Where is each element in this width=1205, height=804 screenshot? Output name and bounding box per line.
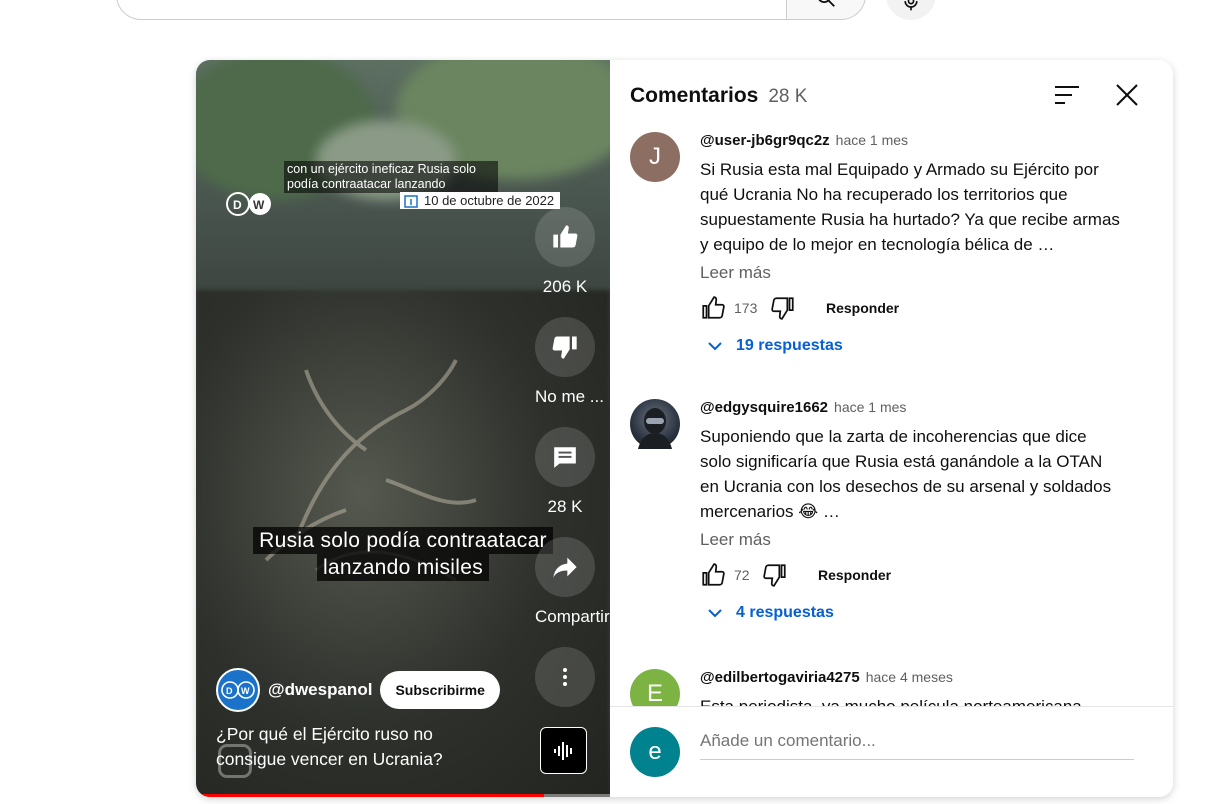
comments-button[interactable] (535, 427, 595, 487)
dw-logo-icon: D W (226, 192, 271, 216)
share-button[interactable] (535, 537, 595, 597)
thumbs-down-icon[interactable] (762, 562, 788, 588)
comment-header: @edilbertogaviria4275 hace 4 meses (700, 669, 1120, 686)
like-count: 206 K (542, 277, 588, 296)
comment-author[interactable]: @edilbertogaviria4275 (700, 669, 860, 686)
progress-bar[interactable] (196, 794, 610, 797)
svg-text:W: W (253, 198, 265, 212)
dislike-label: No me ... (535, 387, 604, 406)
dw-logo-icon: D W (221, 681, 255, 699)
thumbs-down-icon (552, 336, 577, 359)
more-action[interactable] (535, 647, 595, 707)
comment-author[interactable]: @user-jb6gr9qc2z (700, 132, 830, 149)
channel-row: D W @dwespanol Subscribirme (216, 668, 500, 712)
thumbs-down-icon[interactable] (770, 295, 796, 321)
reply-button[interactable]: Responder (826, 300, 899, 316)
comment-icon (554, 447, 576, 468)
replies-count: 4 respuestas (736, 604, 834, 621)
close-icon[interactable] (1114, 82, 1140, 108)
masked-person-avatar-icon (638, 408, 672, 449)
search-icon (818, 0, 835, 7)
dislike-action[interactable]: No me ... (535, 317, 604, 407)
calendar-icon (404, 194, 418, 208)
comment-body: @edilbertogaviria4275 hace 4 meses Esta … (700, 669, 1120, 706)
comment-like-count: 72 (734, 567, 750, 583)
view-replies-button[interactable]: 19 respuestas (700, 337, 1120, 355)
dislike-button[interactable] (535, 317, 595, 377)
comment-body: @edgysquire1662 hace 1 mes Suponiendo qu… (700, 399, 1120, 622)
date-text: 10 de octubre de 2022 (424, 193, 555, 208)
channel-avatar[interactable]: D W (216, 668, 260, 712)
comment-time[interactable]: hace 4 meses (866, 669, 953, 685)
svg-text:W: W (241, 686, 250, 696)
sort-icon[interactable] (1054, 84, 1080, 106)
thumbs-up-icon (553, 225, 578, 248)
comment-header: @edgysquire1662 hace 1 mes (700, 399, 1120, 416)
comments-panel: Comentarios 28 K J @user-jb6gr9qc2z hace… (610, 60, 1173, 797)
comment-text: Suponiendo que la zarta de incoherencias… (700, 427, 1112, 521)
avatar[interactable]: J (630, 132, 680, 182)
comment-like-count: 173 (734, 300, 758, 316)
comment-time[interactable]: hace 1 mes (834, 399, 906, 415)
chevron-down-icon (708, 609, 722, 618)
search-input[interactable] (137, 0, 737, 5)
read-more-button[interactable]: Leer más (700, 530, 1120, 550)
read-more-button[interactable]: Leer más (700, 263, 1120, 283)
like-button[interactable] (535, 207, 595, 267)
view-replies-button[interactable]: 4 respuestas (700, 604, 1120, 622)
chevron-down-icon (708, 342, 722, 351)
comment-header: @user-jb6gr9qc2z hace 1 mes (700, 132, 1120, 149)
add-comment-bar: e (610, 706, 1173, 797)
avatar[interactable] (630, 399, 680, 449)
subtitle-line: lanzando misiles (316, 554, 490, 581)
add-comment-input[interactable] (700, 729, 1134, 760)
comment-text: Si Rusia esta mal Equipado y Armado su E… (700, 160, 1120, 254)
comment-time[interactable]: hace 1 mes (836, 132, 908, 148)
video-caption-top: con un ejército ineficaz Rusia solo podí… (284, 161, 498, 193)
comment-author[interactable]: @edgysquire1662 (700, 399, 828, 416)
share-icon (553, 557, 577, 578)
user-avatar[interactable]: e (630, 727, 680, 777)
comment-actions: 173 Responder (700, 295, 1120, 321)
avatar[interactable]: E (630, 669, 680, 706)
comments-header: Comentarios 28 K (630, 84, 807, 108)
subscribe-button[interactable]: Subscribirme (380, 671, 500, 709)
share-action[interactable]: Compartir (535, 537, 610, 627)
video-player[interactable]: con un ejército ineficaz Rusia solo podí… (196, 60, 610, 797)
channel-handle[interactable]: @dwespanol (268, 680, 372, 700)
page: con un ejército ineficaz Rusia solo podí… (0, 0, 1205, 804)
search-box[interactable] (116, 0, 788, 20)
comment-actions: 72 Responder (700, 562, 1120, 588)
thumbs-up-icon[interactable] (700, 562, 726, 588)
svg-text:D: D (226, 686, 233, 696)
replies-count: 19 respuestas (736, 337, 843, 354)
more-vert-icon (563, 668, 567, 686)
comments-title: Comentarios (630, 84, 759, 107)
comments-action[interactable]: 28 K (535, 427, 595, 517)
microphone-icon (904, 0, 918, 11)
search-button[interactable] (786, 0, 866, 20)
more-options-button[interactable] (535, 647, 595, 707)
shorts-card: con un ejército ineficaz Rusia solo podí… (196, 60, 1173, 797)
voice-search-button[interactable] (886, 0, 936, 20)
subtitle-line: Rusia solo podía contraatacar (253, 527, 553, 554)
share-label: Compartir (535, 607, 610, 626)
comment-thread: E @edilbertogaviria4275 hace 4 meses Est… (630, 669, 1150, 706)
comments-count: 28 K (547, 497, 583, 516)
comment-text: Esta periodista, ya mucho película norte… (700, 694, 1120, 706)
progress-fill (196, 794, 544, 797)
like-action[interactable]: 206 K (535, 207, 595, 297)
comments-count-header: 28 K (768, 86, 808, 107)
sound-button[interactable] (540, 727, 587, 774)
thumbs-up-icon[interactable] (700, 295, 726, 321)
comment-body: @user-jb6gr9qc2z hace 1 mes Si Rusia est… (700, 132, 1120, 355)
svg-text:D: D (233, 198, 242, 212)
audio-waveform-icon (553, 741, 572, 760)
video-title[interactable]: ¿Por qué el Ejército ruso no consigue ve… (216, 722, 466, 772)
reply-button[interactable]: Responder (818, 567, 891, 583)
